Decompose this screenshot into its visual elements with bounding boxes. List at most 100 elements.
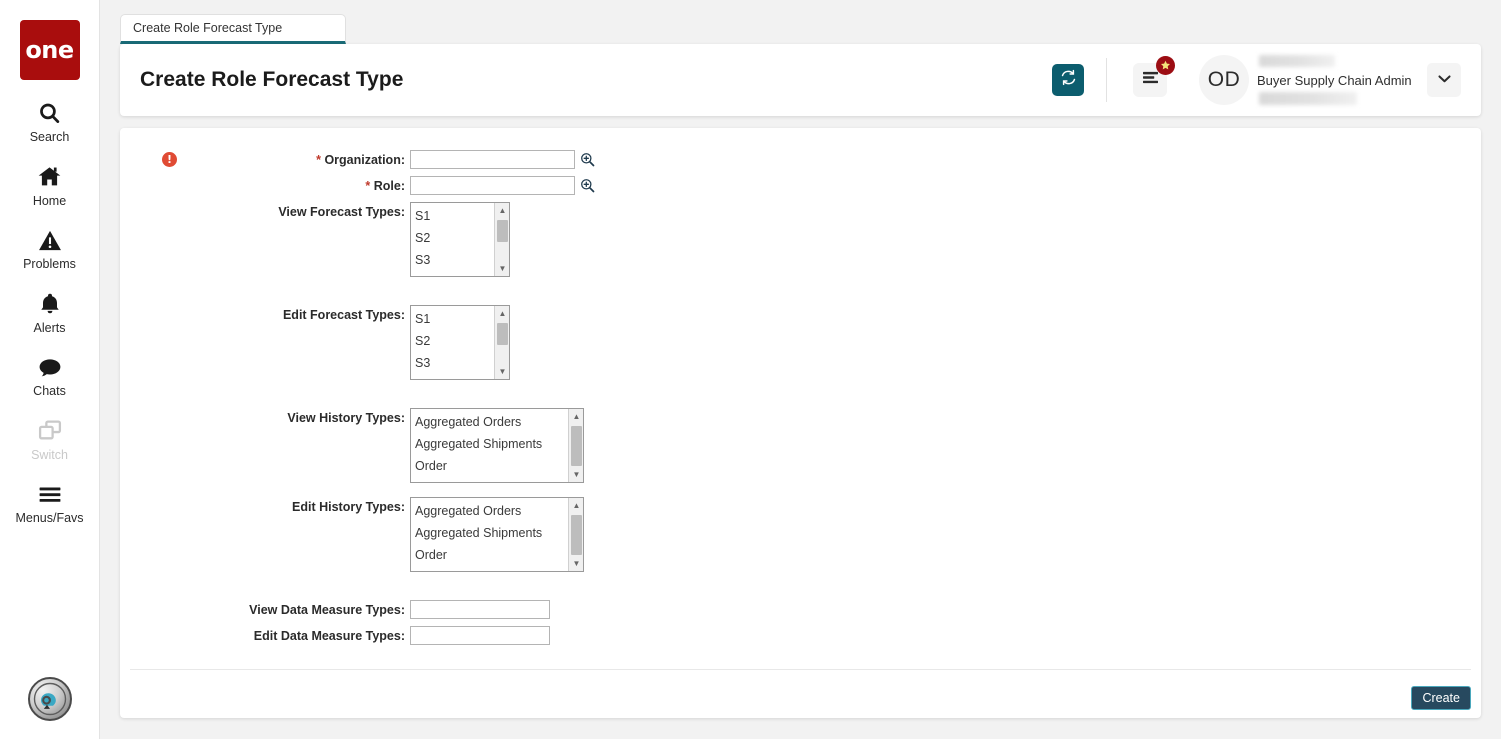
listbox-option[interactable]: S4 — [415, 374, 494, 379]
listbox-view-forecast-types[interactable]: S1S2S3S4▲▼ — [410, 202, 510, 277]
scroll-up-arrow-icon[interactable]: ▲ — [495, 306, 509, 321]
sidebar-item-problems[interactable]: Problems — [0, 225, 100, 271]
listbox-scrollbar[interactable]: ▲ ▼ — [494, 306, 509, 379]
input-view-data-measure-types[interactable] — [410, 600, 550, 619]
label-view-data-measure-types: View Data Measure Types: — [120, 600, 410, 620]
listbox-options: S1S2S3S4 — [411, 203, 494, 276]
form-row-organization: ! * Organization: — [120, 150, 1481, 170]
scrollbar-thumb[interactable] — [497, 323, 508, 345]
chevron-down-icon — [1437, 71, 1452, 89]
field-label-text: Edit Data Measure Types: — [253, 629, 405, 643]
input-role[interactable] — [410, 176, 575, 195]
listbox-option[interactable]: Shipment — [415, 566, 568, 571]
listbox-edit-history-types[interactable]: Aggregated Orders Aggregated Shipments Ord… — [410, 497, 584, 572]
listbox-options: S1S2S3S4 — [411, 306, 494, 379]
label-role: * Role: — [120, 176, 410, 196]
field-label-text: Organization: — [324, 153, 405, 167]
listbox-option[interactable]: Aggregated Shipments — [415, 433, 568, 455]
control-organization — [410, 150, 595, 169]
sidebar-item-label: Problems — [23, 257, 76, 271]
listbox-option[interactable]: Order — [415, 544, 568, 566]
scroll-up-arrow-icon[interactable]: ▲ — [569, 498, 583, 513]
field-label-text: View Data Measure Types: — [249, 603, 405, 617]
sidebar-item-label: Alerts — [33, 320, 66, 335]
listbox-scrollbar[interactable]: ▲ ▼ — [568, 498, 583, 571]
sidebar-item-label: Home — [32, 193, 67, 208]
listbox-option[interactable]: S3 — [415, 352, 494, 374]
warning-icon — [34, 225, 66, 255]
left-sidebar: one Search Home Problems Alerts Chats Sw… — [0, 0, 100, 739]
refresh-button[interactable] — [1052, 64, 1084, 96]
sidebar-item-label: Switch — [31, 447, 68, 462]
sidebar-item-menus-favs[interactable]: Menus/Favs — [0, 479, 100, 525]
field-label-text: View Forecast Types: — [278, 205, 405, 219]
scroll-up-arrow-icon[interactable]: ▲ — [569, 409, 583, 424]
listbox-option[interactable]: S2 — [415, 330, 494, 352]
listbox-option[interactable]: S3 — [415, 249, 494, 271]
scrollbar-thumb[interactable] — [571, 426, 582, 466]
scrollbar-thumb[interactable] — [497, 220, 508, 242]
scrollbar-thumb[interactable] — [571, 515, 582, 555]
sidebar-item-chats[interactable]: Chats — [0, 352, 100, 398]
magnifier-plus-icon[interactable] — [579, 176, 595, 195]
listbox-option[interactable]: Aggregated Orders — [415, 411, 568, 433]
bell-icon — [34, 289, 66, 319]
form-row-role: * Role: — [120, 176, 1481, 196]
form-row-edit-forecast-types: Edit Forecast Types:S1S2S3S4▲▼ — [120, 305, 1481, 380]
listbox-view-history-types[interactable]: Aggregated Orders Aggregated Shipments Ord… — [410, 408, 584, 483]
sidebar-item-alerts[interactable]: Alerts — [0, 289, 100, 335]
avatar[interactable]: OD — [1199, 55, 1249, 105]
brand-logo[interactable]: one — [19, 20, 80, 80]
listbox-scrollbar[interactable]: ▲ ▼ — [494, 203, 509, 276]
label-edit-data-measure-types: Edit Data Measure Types: — [120, 626, 410, 646]
listbox-edit-forecast-types[interactable]: S1S2S3S4▲▼ — [410, 305, 510, 380]
listbox-option[interactable]: S1 — [415, 308, 494, 330]
tab-strip: Create Role Forecast Type — [100, 0, 1501, 44]
refresh-icon — [1060, 69, 1077, 91]
listbox-option[interactable]: S1 — [415, 205, 494, 227]
scroll-down-arrow-icon[interactable]: ▼ — [495, 261, 509, 276]
label-edit-forecast-types: Edit Forecast Types: — [120, 305, 410, 325]
error-icon: ! — [162, 152, 177, 167]
header-actions: OD Buyer Supply Chain Admin — [1052, 54, 1461, 106]
scroll-down-arrow-icon[interactable]: ▼ — [569, 556, 583, 571]
page-header: Create Role Forecast Type OD Buyer Suppl… — [120, 44, 1481, 116]
tab-label: Create Role Forecast Type — [133, 21, 283, 35]
sidebar-item-label: Menus/Favs — [15, 511, 84, 525]
tab-create-role-forecast-type[interactable]: Create Role Forecast Type — [120, 14, 346, 44]
listbox-option[interactable]: Aggregated Orders — [415, 500, 568, 522]
listbox-option[interactable]: S4 — [415, 271, 494, 276]
ai-assistant-icon[interactable] — [28, 677, 72, 721]
field-label-text: Edit Forecast Types: — [282, 308, 405, 322]
role-forecast-type-form: ! * Organization: * Role: View Forecast Typ… — [120, 128, 1481, 652]
quick-menu-button[interactable] — [1133, 56, 1175, 97]
sidebar-item-search[interactable]: Search — [0, 98, 100, 144]
user-menu-button[interactable] — [1427, 63, 1461, 97]
form-row-view-data-measure-types: View Data Measure Types: — [120, 600, 1481, 620]
scroll-down-arrow-icon[interactable]: ▼ — [495, 364, 509, 379]
form-row-edit-data-measure-types: Edit Data Measure Types: — [120, 626, 1481, 646]
brand-logo-text: one — [25, 36, 74, 64]
input-edit-data-measure-types[interactable] — [410, 626, 550, 645]
sidebar-item-switch[interactable]: Switch — [0, 416, 100, 462]
field-label-text: Edit History Types: — [292, 500, 405, 514]
input-organization[interactable] — [410, 150, 575, 169]
sidebar-item-home[interactable]: Home — [0, 162, 100, 208]
sidebar-item-label: Search — [29, 130, 70, 144]
scroll-up-arrow-icon[interactable]: ▲ — [495, 203, 509, 218]
listbox-option[interactable]: Shipment — [415, 477, 568, 482]
field-label-text: Role: — [373, 179, 405, 193]
header-divider — [1106, 58, 1107, 102]
label-organization: ! * Organization: — [120, 150, 410, 170]
star-icon — [1156, 56, 1175, 75]
scroll-down-arrow-icon[interactable]: ▼ — [569, 467, 583, 482]
create-button[interactable]: Create — [1411, 686, 1471, 710]
listbox-option[interactable]: Aggregated Shipments — [415, 522, 568, 544]
listbox-option[interactable]: Order — [415, 455, 568, 477]
form-card: ! * Organization: * Role: View Forecast Typ… — [120, 128, 1481, 718]
sidebar-item-label: Chats — [33, 384, 66, 398]
control-edit-data-measure-types — [410, 626, 550, 645]
listbox-option[interactable]: S2 — [415, 227, 494, 249]
magnifier-plus-icon[interactable] — [579, 150, 595, 169]
listbox-scrollbar[interactable]: ▲ ▼ — [568, 409, 583, 482]
